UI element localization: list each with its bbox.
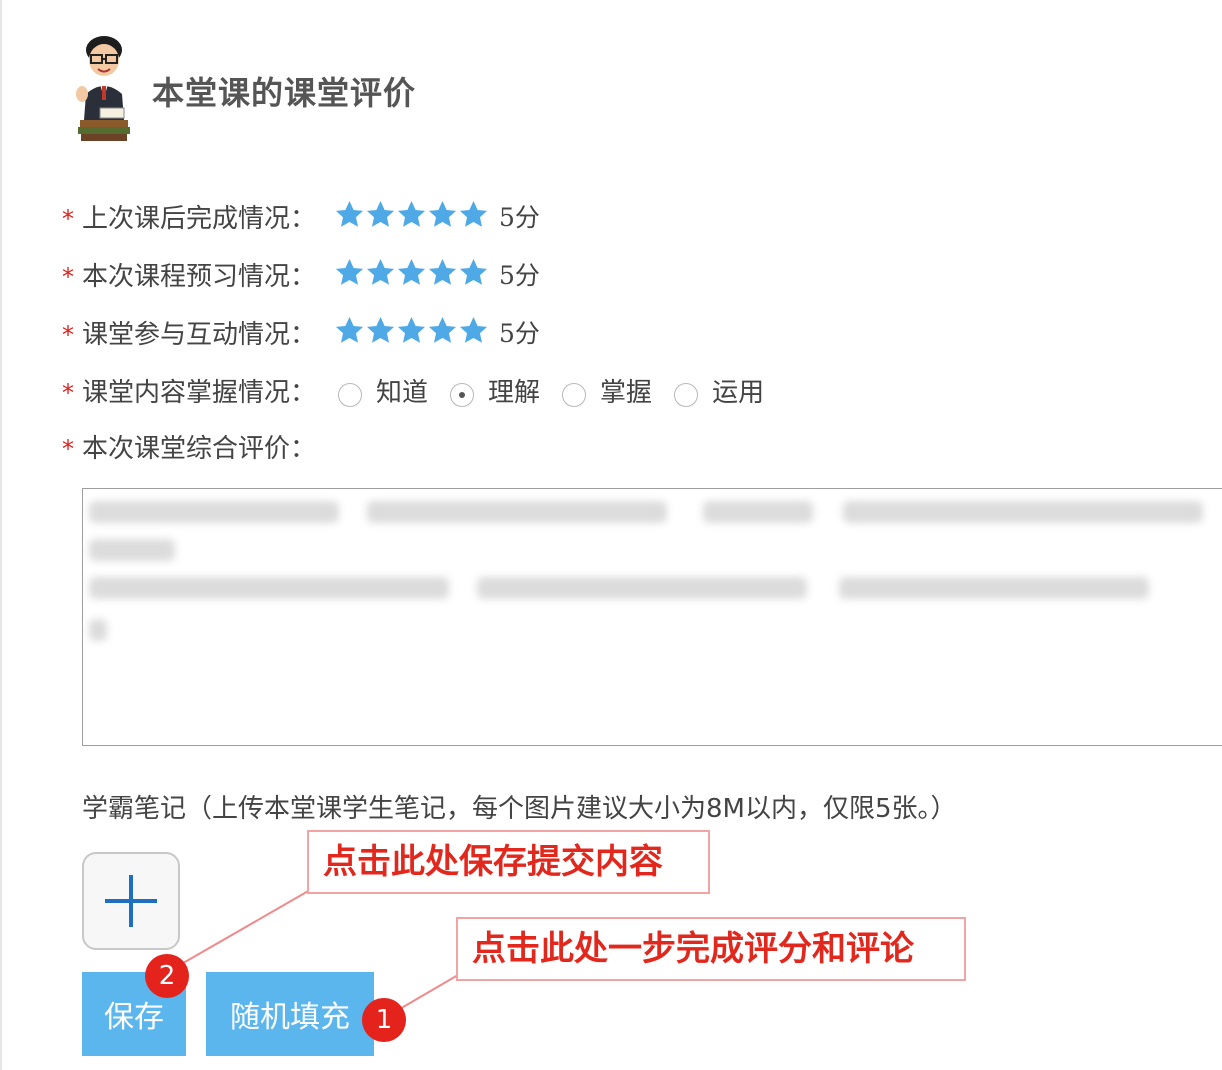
- star-icon[interactable]: [334, 315, 365, 346]
- radio-label: 运用: [712, 377, 765, 408]
- teacher-avatar-icon: [76, 36, 130, 141]
- star-icon[interactable]: [458, 199, 489, 230]
- rating-score: 5分: [499, 261, 540, 290]
- save-hint-callout: 点击此处保存提交内容: [307, 830, 710, 894]
- star-icon[interactable]: [458, 257, 489, 288]
- radio-label: 掌握: [600, 377, 653, 408]
- star-rating[interactable]: [334, 257, 489, 288]
- mastery-radio-group: 知道 理解 掌握 运用: [338, 372, 786, 409]
- rating-row-homework: * 上次课后完成情况： 5分: [62, 196, 540, 236]
- required-mark: *: [62, 435, 74, 463]
- notes-label: 学霸笔记（上传本堂课学生笔记，每个图片建议大小为8M以内，仅限5张。）: [82, 794, 957, 824]
- page-title: 本堂课的课堂评价: [152, 74, 417, 112]
- star-rating[interactable]: [334, 315, 489, 346]
- mastery-row: * 课堂内容掌握情况： 知道 理解 掌握 运用: [62, 370, 786, 410]
- star-icon[interactable]: [334, 199, 365, 230]
- blurred-text: [89, 577, 449, 599]
- mastery-label: 课堂内容掌握情况：: [82, 377, 317, 408]
- star-icon[interactable]: [396, 199, 427, 230]
- rating-label: 课堂参与互动情况：: [82, 319, 317, 350]
- star-icon[interactable]: [365, 257, 396, 288]
- plus-icon: [105, 875, 157, 927]
- rating-score: 5分: [499, 319, 540, 348]
- star-rating[interactable]: [334, 199, 489, 230]
- comment-textarea[interactable]: [82, 488, 1222, 746]
- radio-option-know[interactable]: 知道: [338, 372, 428, 409]
- star-icon[interactable]: [427, 199, 458, 230]
- rating-label: 本次课程预习情况：: [82, 261, 317, 292]
- star-icon[interactable]: [396, 257, 427, 288]
- star-icon[interactable]: [334, 257, 365, 288]
- blurred-text: [477, 577, 807, 599]
- required-mark: *: [62, 263, 74, 291]
- required-mark: *: [62, 321, 74, 349]
- blurred-text: [839, 577, 1149, 599]
- blurred-text: [843, 501, 1203, 523]
- random-fill-hint-callout: 点击此处一步完成评分和评论: [456, 917, 966, 981]
- radio-option-master[interactable]: 掌握: [562, 372, 652, 409]
- radio-label: 知道: [376, 377, 429, 408]
- step-badge-random: 1: [362, 998, 406, 1042]
- star-icon[interactable]: [427, 257, 458, 288]
- radio-label: 理解: [488, 377, 541, 408]
- upload-image-button[interactable]: [82, 852, 180, 950]
- blurred-text: [367, 501, 667, 523]
- radio-button-selected[interactable]: [450, 383, 475, 407]
- blurred-text: [89, 501, 339, 523]
- star-icon[interactable]: [458, 315, 489, 346]
- rating-row-preview: * 本次课程预习情况： 5分: [62, 254, 540, 294]
- step-badge-save: 2: [145, 954, 189, 998]
- rating-label: 上次课后完成情况：: [82, 203, 317, 234]
- star-icon[interactable]: [427, 315, 458, 346]
- radio-option-understand[interactable]: 理解: [450, 372, 540, 409]
- rating-score: 5分: [499, 203, 540, 232]
- random-fill-button[interactable]: 随机填充: [206, 972, 374, 1056]
- star-icon[interactable]: [365, 315, 396, 346]
- blurred-text: [89, 539, 175, 561]
- blurred-text: [703, 501, 813, 523]
- required-mark: *: [62, 205, 74, 233]
- radio-button[interactable]: [674, 383, 699, 407]
- radio-option-apply[interactable]: 运用: [674, 372, 764, 409]
- radio-button[interactable]: [562, 383, 587, 407]
- star-icon[interactable]: [396, 315, 427, 346]
- radio-button[interactable]: [338, 383, 363, 407]
- rating-row-participation: * 课堂参与互动情况： 5分: [62, 312, 540, 352]
- star-icon[interactable]: [365, 199, 396, 230]
- blurred-text: [89, 619, 107, 641]
- left-border: [0, 0, 2, 1070]
- comment-row: * 本次课堂综合评价：: [62, 426, 316, 466]
- required-mark: *: [62, 379, 74, 407]
- comment-label: 本次课堂综合评价：: [82, 433, 317, 464]
